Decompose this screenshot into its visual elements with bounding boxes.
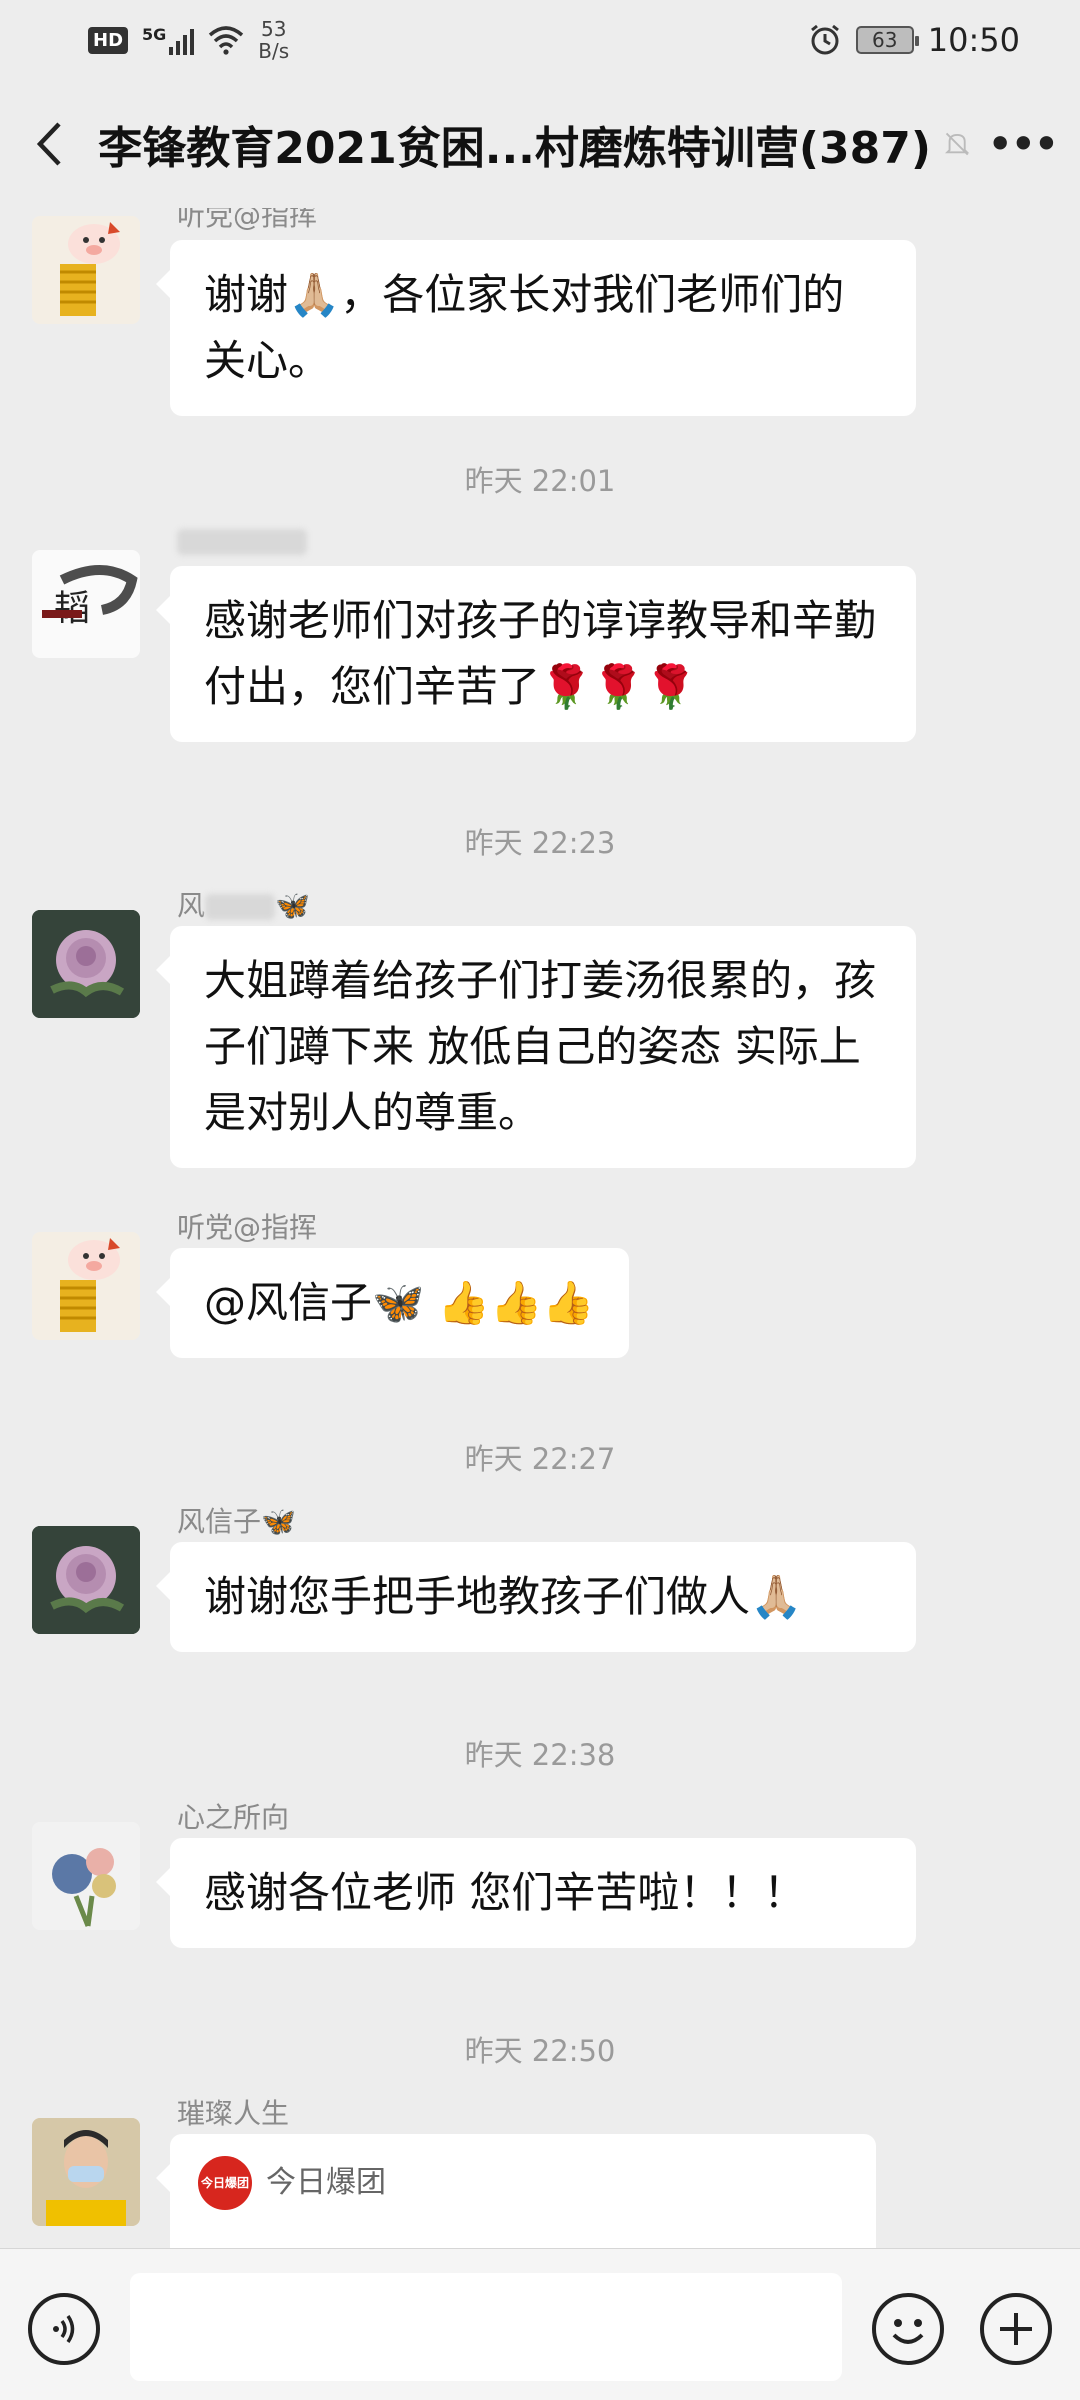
input-bar <box>0 2248 1080 2400</box>
avatar[interactable] <box>32 216 140 324</box>
avatar[interactable] <box>32 910 140 1018</box>
link-card[interactable]: 今日爆团 今日爆团 <box>156 2134 876 2248</box>
bouquet-avatar-icon <box>32 1822 140 1930</box>
more-functions-button[interactable] <box>980 2293 1052 2365</box>
status-bar: HD 5G 53 B/s 63 10:50 <box>0 0 1080 80</box>
message-input[interactable] <box>130 2273 842 2381</box>
smiley-icon <box>892 2319 924 2344</box>
message-list[interactable]: 听党@指挥 谢谢🙏🏼，各位家长对我们老师们的关心。 昨天 22:01 韬 感谢老… <box>0 208 1080 2248</box>
rose-avatar-icon <box>32 910 140 1018</box>
net-speed: 53 B/s <box>258 18 289 62</box>
card-source-name: 今日爆团 <box>266 2165 386 2200</box>
net-speed-unit: B/s <box>258 39 290 63</box>
person-avatar-icon <box>32 2118 140 2226</box>
pig-avatar-icon <box>60 1238 120 1332</box>
blurred-name <box>177 529 307 555</box>
signal-icon: 5G <box>142 25 195 55</box>
clock: 10:50 <box>927 21 1020 59</box>
butterfly-icon: 🦋 <box>275 889 310 922</box>
pig-avatar-icon <box>60 222 120 316</box>
sender-name: 听党@指挥 <box>177 1211 318 1244</box>
sender-name-visible: 风 <box>177 889 206 922</box>
avatar[interactable] <box>32 1232 140 1340</box>
net-speed-value: 53 <box>261 17 287 41</box>
blurred-name <box>205 894 276 920</box>
message-bubble[interactable]: @风信子🦋 👍👍👍 <box>156 1248 629 1358</box>
message-bubble[interactable]: 谢谢您手把手地教孩子们做人🙏🏼 <box>156 1542 916 1652</box>
sender-name: 璀璨人生 <box>177 2097 290 2130</box>
sender-name: 听党@指挥 <box>177 208 318 232</box>
back-icon[interactable] <box>34 119 64 169</box>
alarm-icon <box>810 24 839 55</box>
hd-badge: HD <box>88 26 129 54</box>
timestamp: 昨天 22:27 <box>464 1442 616 1476</box>
timestamp: 昨天 22:23 <box>464 826 616 860</box>
avatar[interactable] <box>32 2118 140 2226</box>
message-bubble[interactable]: 谢谢🙏🏼，各位家长对我们老师们的关心。 <box>156 240 916 416</box>
message-bubble[interactable]: 感谢老师们对孩子的谆谆教导和辛勤付出，您们辛苦了🌹🌹🌹 <box>156 566 916 742</box>
message-bubble[interactable]: 感谢各位老师 您们辛苦啦！！！ <box>156 1838 916 1948</box>
sender-name: 风 🦋 <box>177 884 310 924</box>
emoji-button[interactable] <box>872 2293 944 2365</box>
message-bubble[interactable]: 大姐蹲着给孩子们打姜汤很累的，孩子们蹲下来 放低自己的姿态 实际上是对别人的尊重… <box>156 926 916 1168</box>
avatar[interactable] <box>32 1822 140 1930</box>
battery-icon: 63 <box>855 26 919 54</box>
card-app-logo: 今日爆团 <box>198 2156 252 2210</box>
status-right: 63 10:50 <box>808 21 1020 59</box>
avatar[interactable] <box>32 1526 140 1634</box>
rose-avatar-icon <box>32 1526 140 1634</box>
more-icon[interactable]: ••• <box>987 121 1060 167</box>
card-source: 今日爆团 今日爆团 <box>198 2156 848 2210</box>
calligraphy-avatar-icon: 韬 <box>42 565 138 629</box>
timestamp: 昨天 22:01 <box>464 464 616 498</box>
sender-name <box>177 524 307 557</box>
sender-name: 心之所向 <box>177 1801 290 1834</box>
svg-text:韬: 韬 <box>54 588 90 629</box>
voice-icon <box>53 2315 75 2343</box>
status-left: HD 5G 53 B/s <box>88 18 289 62</box>
voice-input-button[interactable] <box>28 2293 100 2365</box>
sender-name: 风信子🦋 <box>177 1505 296 1538</box>
plus-icon <box>1000 2313 1032 2345</box>
timestamp: 昨天 22:38 <box>464 1738 616 1772</box>
chat-header: 李锋教育2021贫困...村磨炼特训营(387) ••• <box>0 80 1080 208</box>
mute-bell-icon <box>945 132 970 156</box>
avatar[interactable]: 韬 <box>32 550 140 658</box>
wifi-icon <box>209 26 244 55</box>
chat-title: 李锋教育2021贫困...村磨炼特训营(387) <box>98 123 931 174</box>
signal-label: 5G <box>142 25 167 44</box>
timestamp: 昨天 22:50 <box>464 2034 616 2068</box>
